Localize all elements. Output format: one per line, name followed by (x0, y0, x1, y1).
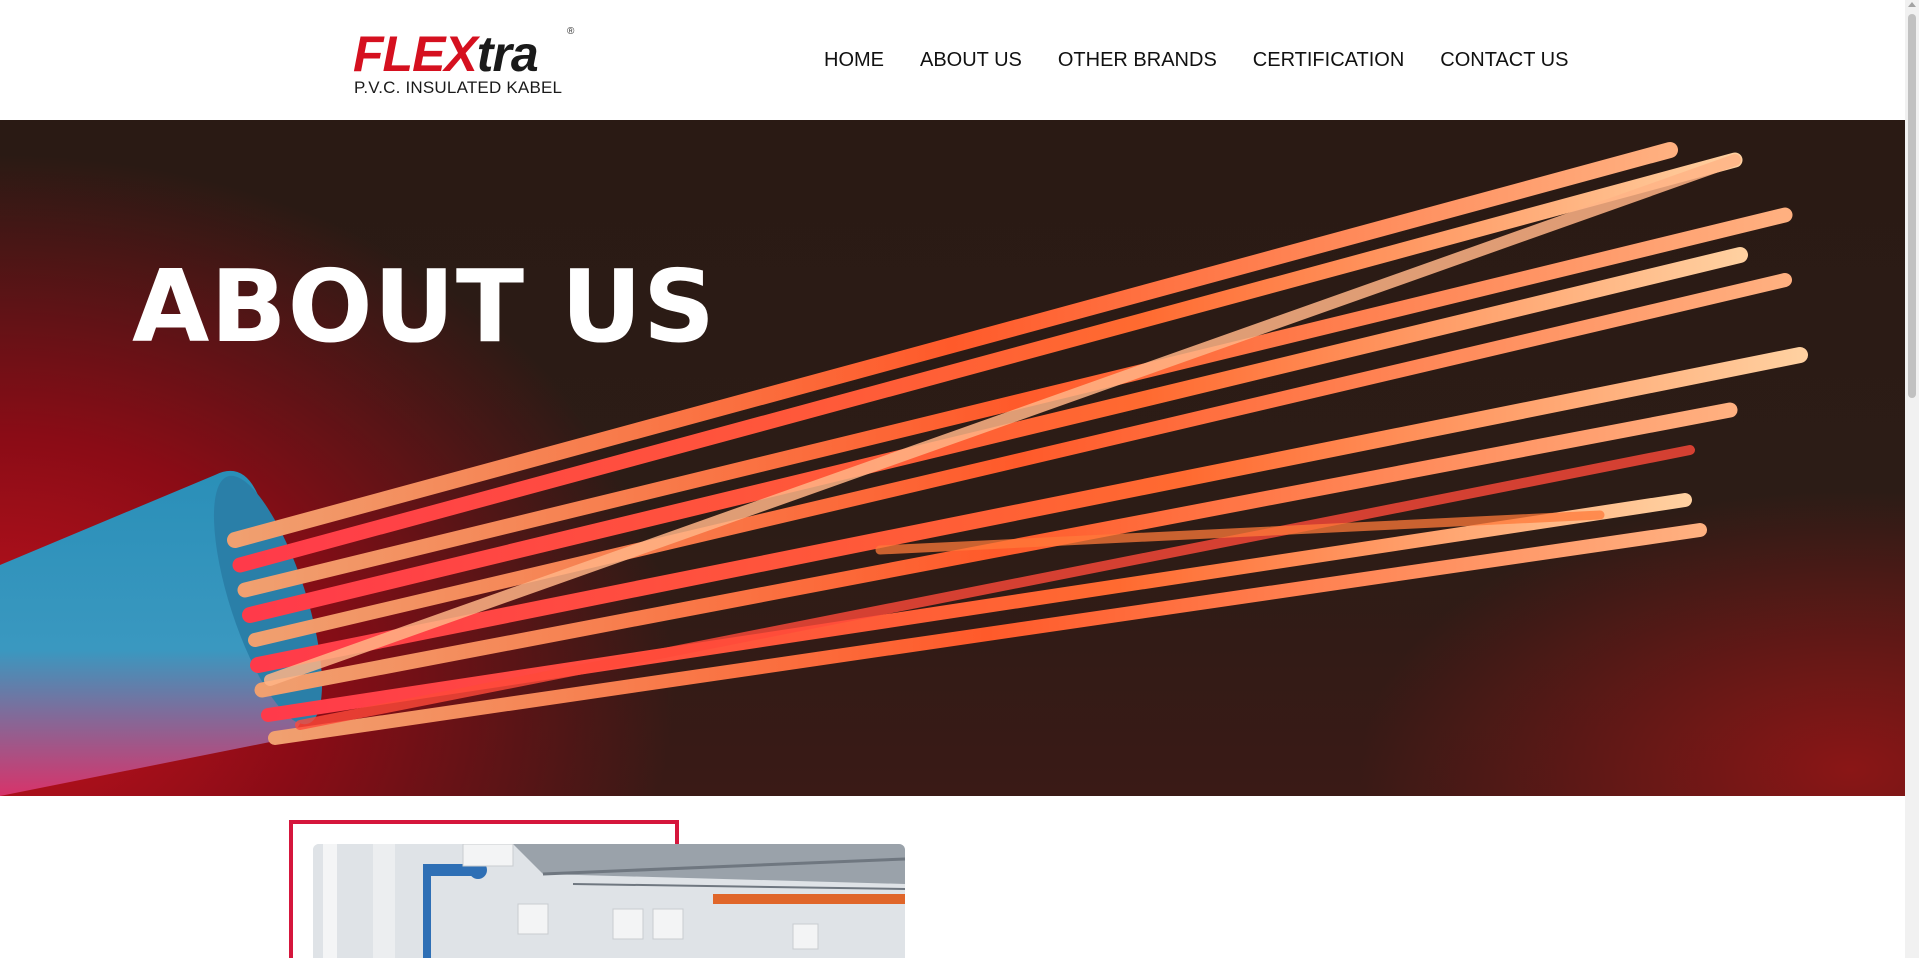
brand-logo[interactable]: FLEXtra ® P.V.C. INSULATED KABEL (353, 26, 575, 98)
hero-banner: ABOUT US (0, 120, 1905, 796)
nav-certification[interactable]: CERTIFICATION (1253, 48, 1404, 72)
logo-text-red: FLEX (353, 26, 478, 82)
logo-wordmark: FLEXtra (353, 26, 539, 82)
arrow-up-icon[interactable] (1908, 2, 1916, 7)
nav-home[interactable]: HOME (824, 48, 884, 72)
hero-title: ABOUT US (132, 248, 717, 365)
registered-mark: ® (567, 26, 575, 37)
copper-cable-image (0, 142, 1808, 796)
site-header: FLEXtra ® P.V.C. INSULATED KABEL HOME AB… (0, 0, 1905, 120)
nav-contact-us[interactable]: CONTACT US (1440, 48, 1568, 72)
page-scrollbar[interactable] (1905, 0, 1919, 958)
nav-other-brands[interactable]: OTHER BRANDS (1058, 48, 1217, 72)
factory-image (313, 844, 905, 958)
scroll-thumb[interactable] (1908, 14, 1916, 398)
logo-text-dark: tra (476, 26, 539, 82)
nav-about-us[interactable]: ABOUT US (920, 48, 1022, 72)
logo-tagline: P.V.C. INSULATED KABEL (354, 78, 563, 97)
page: FLEXtra ® P.V.C. INSULATED KABEL HOME AB… (0, 0, 1919, 958)
main-nav: HOME ABOUT US OTHER BRANDS CERTIFICATION… (824, 48, 1568, 72)
factory-illustration (313, 844, 905, 958)
